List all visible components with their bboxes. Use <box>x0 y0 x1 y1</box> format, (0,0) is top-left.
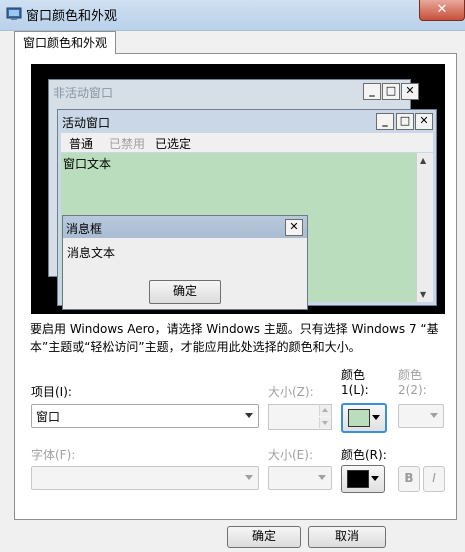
size-label: 大小(Z): <box>268 385 314 399</box>
menu-item-disabled: 已禁用 <box>109 137 146 151</box>
color2-label-line2: 2(2): <box>398 383 427 397</box>
minimize-icon: _ <box>376 113 394 130</box>
font-size-label: 大小(E): <box>268 448 313 462</box>
message-box-title-bar: 消息框 ✕ <box>63 216 307 238</box>
size-spinner[interactable] <box>268 404 332 430</box>
font-label: 字体(F): <box>31 448 76 462</box>
chevron-down-icon <box>245 413 253 418</box>
ok-button[interactable]: 确定 <box>227 526 301 548</box>
bold-button[interactable]: B <box>398 466 420 492</box>
font-color-swatch <box>347 470 369 488</box>
color1-swatch <box>348 409 370 427</box>
preview-scrollbar: ▲ ▼ <box>416 153 433 302</box>
maximize-icon: □ <box>382 83 400 100</box>
minimize-icon: _ <box>363 83 381 100</box>
window-text: 窗口文本 <box>63 157 112 171</box>
active-window-title: 活动窗口 <box>62 116 111 130</box>
title-bar: 窗口颜色和外观 ✕ <box>0 0 465 31</box>
aero-description: 要启用 Windows Aero，请选择 Windows 主题。只有选择 Win… <box>30 322 439 354</box>
font-color-label: 颜色(R): <box>341 448 387 462</box>
tab-window-color-appearance[interactable]: 窗口颜色和外观 <box>14 31 117 54</box>
message-text: 消息文本 <box>67 246 116 260</box>
menu-item-normal: 普通 <box>69 137 94 151</box>
chevron-down-icon <box>372 415 380 420</box>
close-icon: ✕ <box>415 113 433 130</box>
close-icon: ✕ <box>285 219 303 236</box>
message-box-title: 消息框 <box>66 222 103 236</box>
color1-label-line2: 1(L): <box>341 383 369 397</box>
chevron-down-icon <box>245 475 253 480</box>
chevron-down-icon <box>371 476 379 481</box>
item-label: 项目(I): <box>31 385 72 399</box>
font-size-select[interactable] <box>268 466 332 490</box>
item-select-value: 窗口 <box>36 410 61 424</box>
italic-button[interactable]: I <box>423 466 445 492</box>
spin-up-icon[interactable] <box>319 405 331 416</box>
maximize-icon: □ <box>396 113 414 130</box>
spin-down-icon[interactable] <box>319 417 331 428</box>
message-box-preview: 消息框 ✕ 消息文本 确定 <box>62 215 308 310</box>
appearance-preview[interactable]: 非活动窗口 _ □ ✕ 活动窗口 _ □ ✕ 普通 已禁用 已选定 窗口文本 ▲… <box>31 64 445 314</box>
font-select[interactable] <box>31 466 259 490</box>
inactive-window-title: 非活动窗口 <box>53 86 114 100</box>
scroll-up-icon: ▲ <box>420 156 427 165</box>
window-close-button[interactable]: ✕ <box>419 0 465 21</box>
chevron-down-icon <box>430 413 438 418</box>
font-color-button[interactable] <box>341 465 385 493</box>
cancel-button[interactable]: 取消 <box>308 526 386 548</box>
color2-button[interactable] <box>398 404 444 428</box>
message-box-ok-button: 确定 <box>149 280 221 304</box>
item-select[interactable]: 窗口 <box>31 404 259 428</box>
window-title: 窗口颜色和外观 <box>26 9 118 24</box>
scroll-down-icon: ▼ <box>420 290 427 299</box>
preview-menu-bar: 普通 已禁用 已选定 <box>61 133 433 152</box>
color1-label-line1: 颜色 <box>341 368 366 382</box>
color1-button[interactable] <box>341 403 387 433</box>
color2-label-line1: 颜色 <box>398 368 423 382</box>
menu-item-selected: 已选定 <box>155 137 192 151</box>
close-icon: ✕ <box>401 83 419 100</box>
chevron-down-icon <box>318 475 326 480</box>
display-settings-icon <box>6 6 22 22</box>
